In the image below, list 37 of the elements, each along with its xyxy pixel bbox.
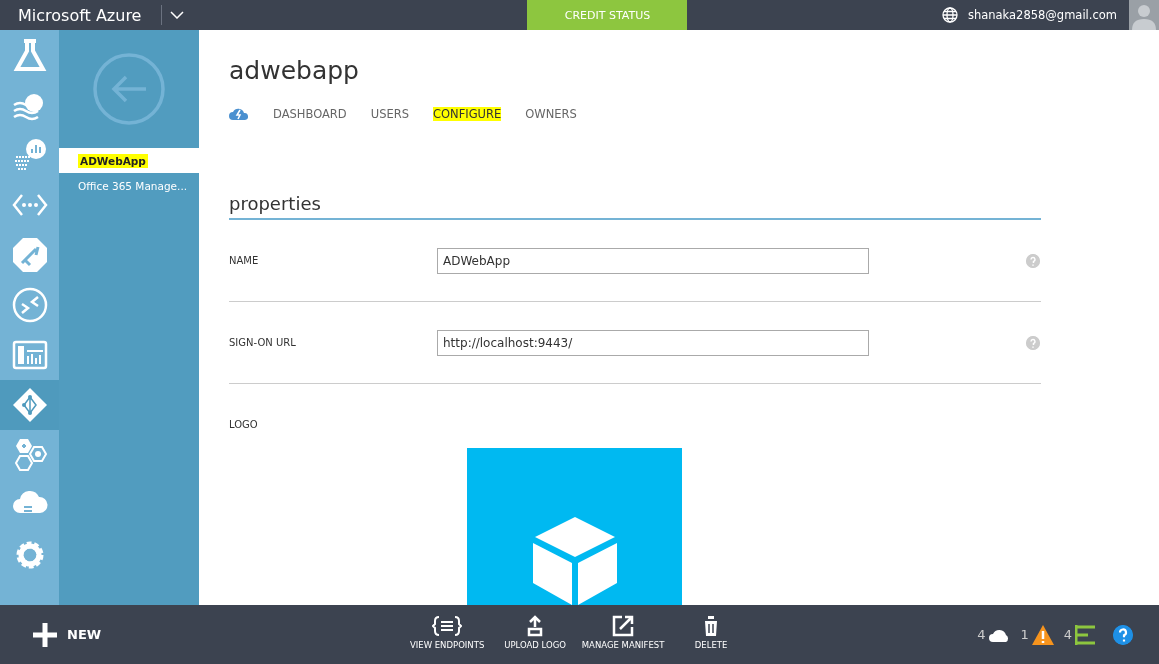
tab[interactable]: OWNERS: [525, 107, 577, 121]
cube-icon: [532, 517, 617, 605]
section-heading: properties: [229, 193, 1041, 220]
circle-arrows-icon: [11, 287, 48, 323]
progress-bars-icon[interactable]: [1075, 624, 1095, 645]
text-field[interactable]: ADWebApp: [437, 247, 869, 274]
plus-icon: [33, 622, 57, 647]
status-count: 1: [1020, 627, 1029, 642]
tab[interactable]: DASHBOARD: [273, 107, 347, 121]
field-label: NAME: [229, 255, 260, 266]
help-icon[interactable]: [1113, 624, 1133, 645]
command-button[interactable]: MANAGE MANIFEST: [581, 608, 666, 661]
upload-icon: [527, 614, 544, 637]
external-link-icon: [612, 614, 635, 637]
braces-icon: [432, 614, 463, 637]
tab[interactable]: CONFIGURE: [433, 107, 502, 121]
chevron-down-icon[interactable]: [170, 11, 185, 19]
text-field[interactable]: http://localhost:9443/: [437, 329, 869, 356]
account-email[interactable]: shanaka2858@gmail.com: [967, 8, 1117, 22]
field-label: SIGN-ON URL: [229, 337, 297, 348]
flask-icon: [11, 37, 48, 73]
field-label: LOGO: [229, 419, 259, 430]
command-button[interactable]: VIEW ENDPOINTS: [405, 608, 490, 661]
status-count: 4: [977, 627, 986, 642]
diamond-icon: [11, 387, 48, 423]
command-button[interactable]: UPLOAD LOGO: [493, 608, 578, 661]
tab[interactable]: USERS: [370, 107, 409, 121]
page-title: adwebapp: [229, 56, 360, 85]
brand-name[interactable]: Microsoft Azure: [0, 5, 162, 25]
new-button[interactable]: NEW: [27, 621, 108, 648]
globe-icon[interactable]: [941, 7, 958, 23]
command-button[interactable]: DELETE: [669, 608, 754, 661]
nav-item[interactable]: [0, 380, 59, 430]
app-list-item[interactable]: ADWebApp: [59, 148, 199, 173]
cloud-bolt-icon: [229, 107, 249, 121]
status-count: 4: [1063, 627, 1072, 642]
warning-icon[interactable]: [1031, 624, 1054, 645]
